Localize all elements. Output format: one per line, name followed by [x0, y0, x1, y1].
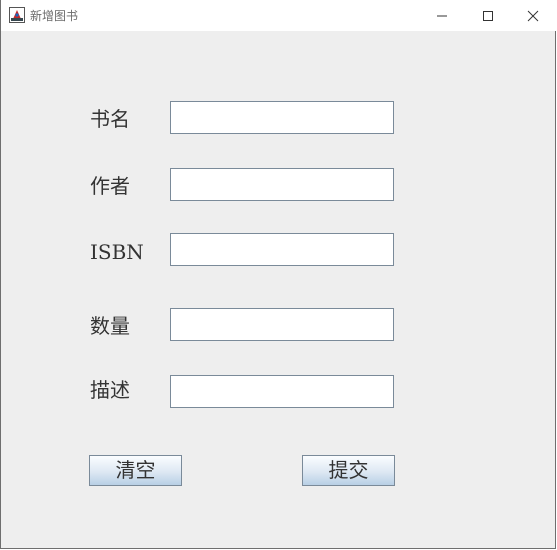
title-label: 书名	[90, 107, 130, 131]
window-title: 新增图书	[30, 9, 79, 23]
maximize-icon	[483, 11, 493, 21]
maximize-button[interactable]	[465, 0, 511, 31]
quantity-label: 数量	[90, 314, 130, 338]
description-label: 描述	[90, 378, 130, 402]
title-bar[interactable]: 新增图书	[1, 0, 556, 31]
submit-button[interactable]: 提交	[302, 455, 395, 486]
author-input[interactable]	[170, 168, 394, 201]
minimize-button[interactable]	[419, 0, 465, 31]
isbn-label: ISBN	[90, 240, 144, 264]
description-input[interactable]	[170, 375, 394, 408]
close-icon	[527, 10, 539, 22]
clear-button[interactable]: 清空	[89, 455, 182, 486]
author-label: 作者	[90, 174, 130, 198]
close-button[interactable]	[510, 0, 556, 31]
quantity-input[interactable]	[170, 308, 394, 341]
title-input[interactable]	[170, 101, 394, 134]
isbn-input[interactable]	[170, 233, 394, 266]
minimize-icon	[437, 15, 447, 17]
add-book-window: 新增图书 书名 作者 ISBN 数量 描述 清空 提交	[0, 0, 556, 549]
java-app-icon	[9, 7, 25, 23]
